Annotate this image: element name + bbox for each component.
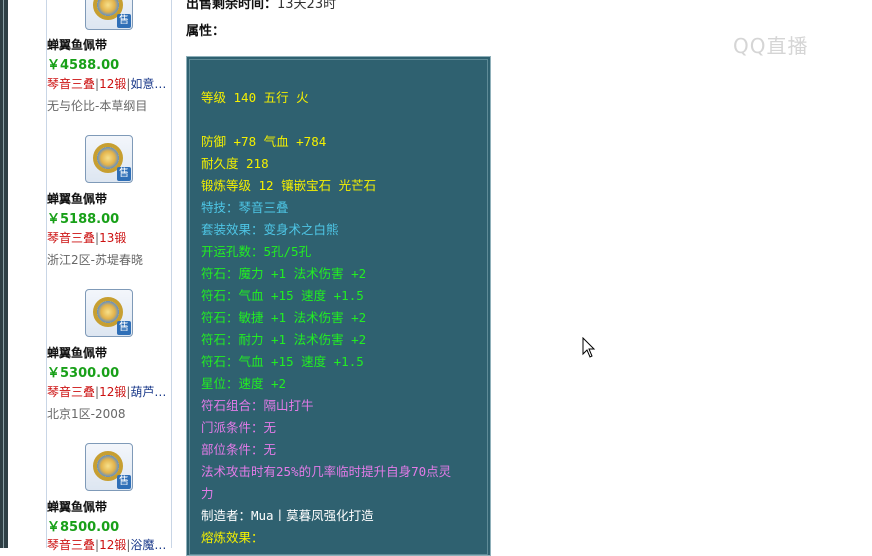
mouse-cursor-icon bbox=[582, 337, 596, 358]
item-thumbnail[interactable]: 售 bbox=[85, 289, 133, 337]
attribute-line: 等级 140 五行 火 bbox=[201, 90, 309, 105]
sale-tag: 售 bbox=[117, 14, 131, 28]
attributes-label: 属性： bbox=[186, 24, 226, 39]
item-tags: 琴音三叠|12锻|葫芦… bbox=[47, 385, 167, 399]
attribute-line: 锻炼等级 12 镶嵌宝石 光芒石 bbox=[201, 178, 377, 193]
item-price: ￥5188.00 bbox=[47, 212, 120, 227]
item-name[interactable]: 蝉翼鱼佩带 bbox=[47, 344, 171, 361]
attribute-line: 开运孔数：5孔/5孔 bbox=[201, 244, 312, 259]
item-server: 浙江2区-苏堤春晓 bbox=[47, 253, 143, 267]
attribute-line: 耐久度 218 bbox=[201, 156, 269, 171]
attribute-line: 符石：气血 +15 速度 +1.5 bbox=[201, 354, 364, 369]
live-watermark: QQ直播 bbox=[733, 34, 809, 58]
sale-tag: 售 bbox=[117, 321, 131, 335]
tag-extra: 如意 bbox=[130, 77, 155, 91]
item-tags: 琴音三叠|12锻|浴魔… bbox=[47, 538, 167, 552]
tag-skill: 琴音三叠 bbox=[47, 231, 96, 245]
remaining-time-value: 13天23时 bbox=[277, 0, 337, 12]
item-name[interactable]: 蝉翼鱼佩带 bbox=[47, 498, 171, 515]
sale-tag: 售 bbox=[117, 475, 131, 489]
attribute-line: 符石组合：隔山打牛 bbox=[201, 398, 314, 413]
attribute-line: 星位：速度 +2 bbox=[201, 376, 287, 391]
remaining-time: 出售剩余时间：13天23时 bbox=[186, 0, 336, 12]
item-thumbnail[interactable]: 售 bbox=[85, 0, 133, 30]
item-thumbnail[interactable]: 售 bbox=[85, 135, 133, 183]
item-price: ￥8500.00 bbox=[47, 520, 120, 535]
remaining-time-label: 出售剩余时间： bbox=[186, 0, 278, 12]
attribute-line: 符石：敏捷 +1 法术伤害 +2 bbox=[201, 310, 367, 325]
attribute-line: 符石：气血 +15 速度 +1.5 bbox=[201, 288, 364, 303]
tag-forge: 12锻 bbox=[99, 538, 127, 552]
edge-line bbox=[3, 0, 4, 548]
attribute-line: 特技：琴音三叠 bbox=[201, 200, 289, 215]
attribute-line: 力 bbox=[201, 486, 214, 501]
tag-forge: 12锻 bbox=[99, 77, 127, 91]
item-name[interactable]: 蝉翼鱼佩带 bbox=[47, 190, 171, 207]
tag-extra: 浴魔 bbox=[130, 538, 155, 552]
attribute-line: 部位条件：无 bbox=[201, 442, 277, 457]
sale-tag: 售 bbox=[117, 167, 131, 181]
item-server: 无与伦比-本草纲目 bbox=[47, 99, 148, 113]
attribute-line: 门派条件：无 bbox=[201, 420, 277, 435]
item-server: 北京1区-2008 bbox=[47, 407, 126, 421]
tag-skill: 琴音三叠 bbox=[47, 77, 96, 91]
attribute-line: 熔炼效果： bbox=[201, 530, 264, 545]
left-edge-strip bbox=[0, 0, 8, 548]
tag-skill: 琴音三叠 bbox=[47, 385, 96, 399]
item-tags: 琴音三叠|12锻|如意… bbox=[47, 77, 167, 91]
tag-forge: 13锻 bbox=[99, 231, 127, 245]
attribute-line: 符石：魔力 +1 法术伤害 +2 bbox=[201, 266, 367, 281]
item-tags: 琴音三叠|13锻 bbox=[47, 231, 127, 245]
attribute-line: 符石：耐力 +1 法术伤害 +2 bbox=[201, 332, 367, 347]
attribute-line: 套装效果：变身术之白熊 bbox=[201, 222, 339, 237]
tag-skill: 琴音三叠 bbox=[47, 538, 96, 552]
item-name[interactable]: 蝉翼鱼佩带 bbox=[47, 36, 171, 53]
attribute-line: 制造者：Mua丨莫暮凤强化打造 bbox=[201, 508, 374, 523]
related-items-sidebar: 售 蝉翼鱼佩带 ￥4588.00 琴音三叠|12锻|如意… 无与伦比-本草纲目 … bbox=[46, 0, 172, 552]
item-price: ￥4588.00 bbox=[47, 58, 120, 73]
attribute-line: 法术攻击时有25%的几率临时提升自身70点灵 bbox=[201, 464, 452, 479]
tag-forge: 12锻 bbox=[99, 385, 127, 399]
item-thumbnail[interactable]: 售 bbox=[85, 443, 133, 491]
tag-extra: 葫芦 bbox=[130, 385, 155, 399]
attribute-line: 防御 +78 气血 +784 bbox=[201, 134, 327, 149]
item-price: ￥5300.00 bbox=[47, 366, 120, 381]
